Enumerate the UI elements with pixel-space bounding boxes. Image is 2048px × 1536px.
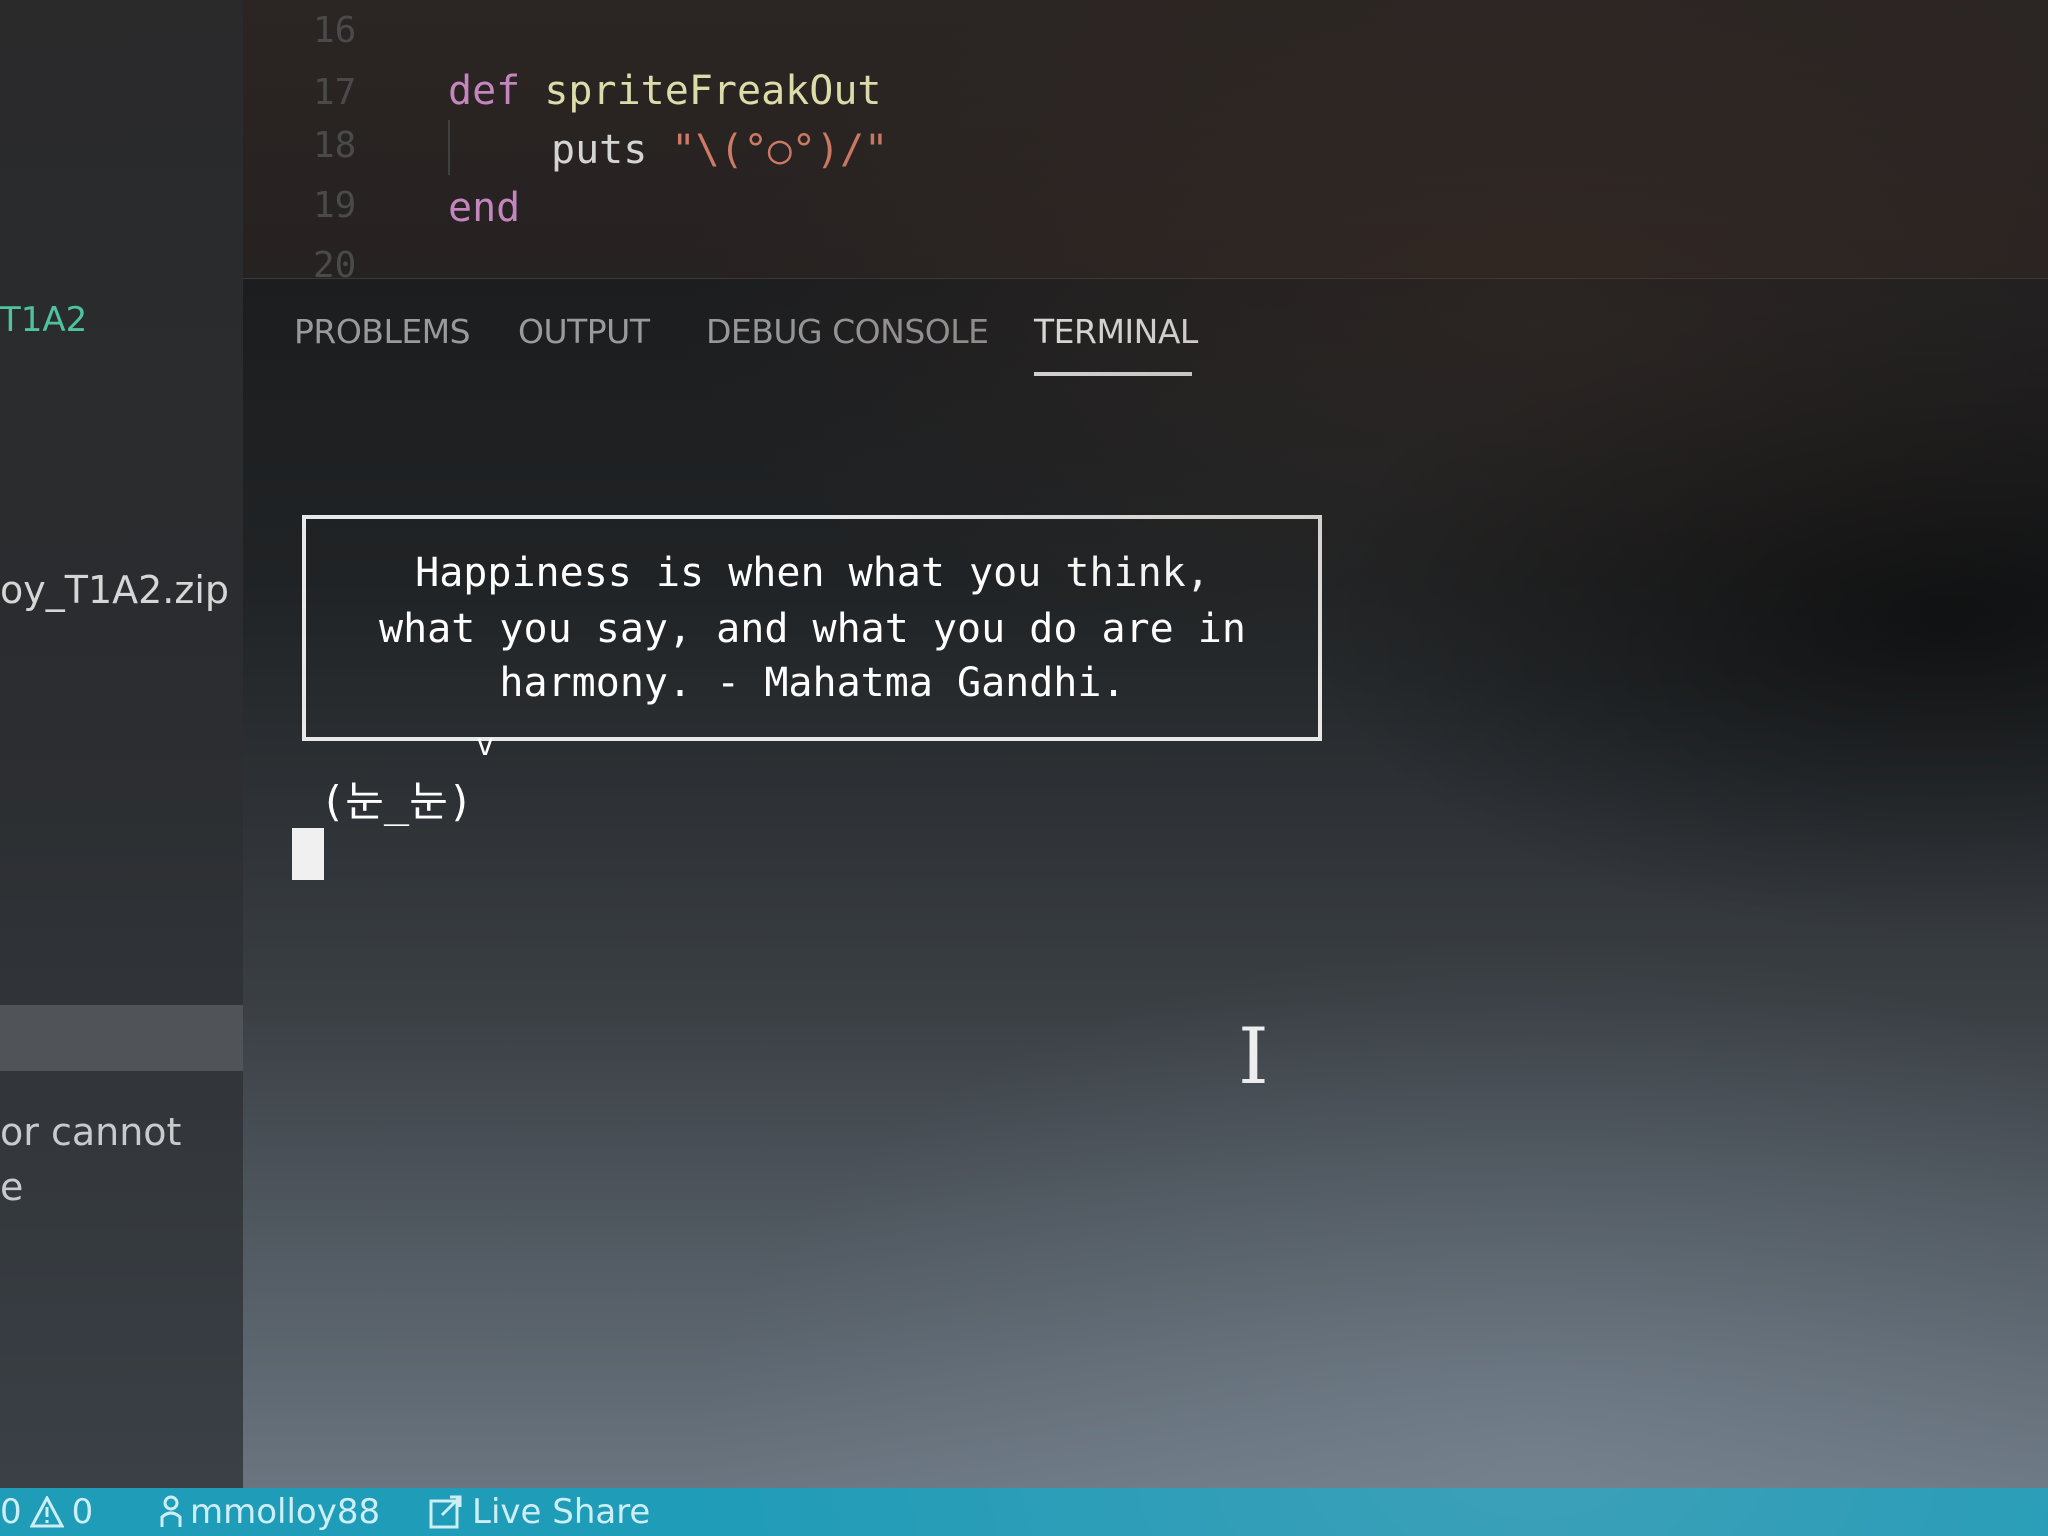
quote-line-3: harmony. - Mahatma Gandhi. xyxy=(499,660,1126,706)
code-line-puts[interactable]: puts "\(°○°)/" xyxy=(551,127,888,173)
explorer-sidebar: T1A2 oy_T1A2.zip or cannot e xyxy=(0,0,243,1488)
tab-terminal[interactable]: TERMINAL xyxy=(1034,312,1198,351)
tab-debug-console[interactable]: DEBUG CONSOLE xyxy=(706,312,989,351)
account-indicator[interactable]: mmolloy88 xyxy=(160,1492,380,1532)
string-literal: "\(°○°)/" xyxy=(671,127,889,173)
live-share-label: Live Share xyxy=(472,1492,651,1532)
code-line-def[interactable]: def spriteFreakOut xyxy=(448,68,882,114)
tab-problems[interactable]: PROBLEMS xyxy=(294,312,471,351)
code-editor[interactable]: 16 17 18 19 20 def spriteFreakOut puts "… xyxy=(243,0,2048,278)
method-puts: puts xyxy=(551,127,648,173)
person-icon xyxy=(160,1495,182,1527)
bottom-panel xyxy=(243,278,2048,1489)
problems-indicator[interactable]: 0 0 xyxy=(0,1492,93,1532)
ascii-face: (눈_눈) xyxy=(320,777,474,826)
quote-line-2: what you say, and what you do are in xyxy=(379,606,1246,652)
error-count: 0 xyxy=(0,1492,22,1532)
sidebar-message-line1: or cannot xyxy=(0,1110,182,1154)
line-number: 19 xyxy=(313,185,357,226)
indent-guide xyxy=(448,120,450,175)
text-cursor-icon: I xyxy=(1238,1012,1269,1102)
quote-line-1: Happiness is when what you think, xyxy=(415,550,1210,596)
sidebar-message-line2: e xyxy=(0,1165,24,1209)
line-number: 16 xyxy=(313,10,357,51)
status-bar: 0 0 mmolloy88 Live Share xyxy=(0,1488,2048,1536)
speech-bubble-tail: v xyxy=(476,728,495,763)
live-share-button[interactable]: Live Share xyxy=(428,1492,650,1532)
tab-output[interactable]: OUTPUT xyxy=(518,312,650,351)
warning-count: 0 xyxy=(71,1492,94,1532)
live-share-icon xyxy=(429,1495,462,1529)
keyword-def: def xyxy=(448,68,521,114)
terminal-cursor[interactable] xyxy=(292,828,324,880)
function-name: spriteFreakOut xyxy=(544,68,882,114)
account-name: mmolloy88 xyxy=(190,1492,381,1532)
folder-label[interactable]: T1A2 xyxy=(0,300,87,340)
warning-icon xyxy=(29,1496,64,1528)
code-line-end[interactable]: end xyxy=(448,185,520,231)
file-item-zip[interactable]: oy_T1A2.zip xyxy=(0,568,229,612)
keyword-end: end xyxy=(448,185,521,231)
line-number: 18 xyxy=(313,125,357,166)
line-number: 20 xyxy=(313,245,357,278)
active-tab-indicator xyxy=(1034,372,1192,376)
line-number: 17 xyxy=(313,72,357,113)
selected-list-row[interactable] xyxy=(0,1005,243,1071)
